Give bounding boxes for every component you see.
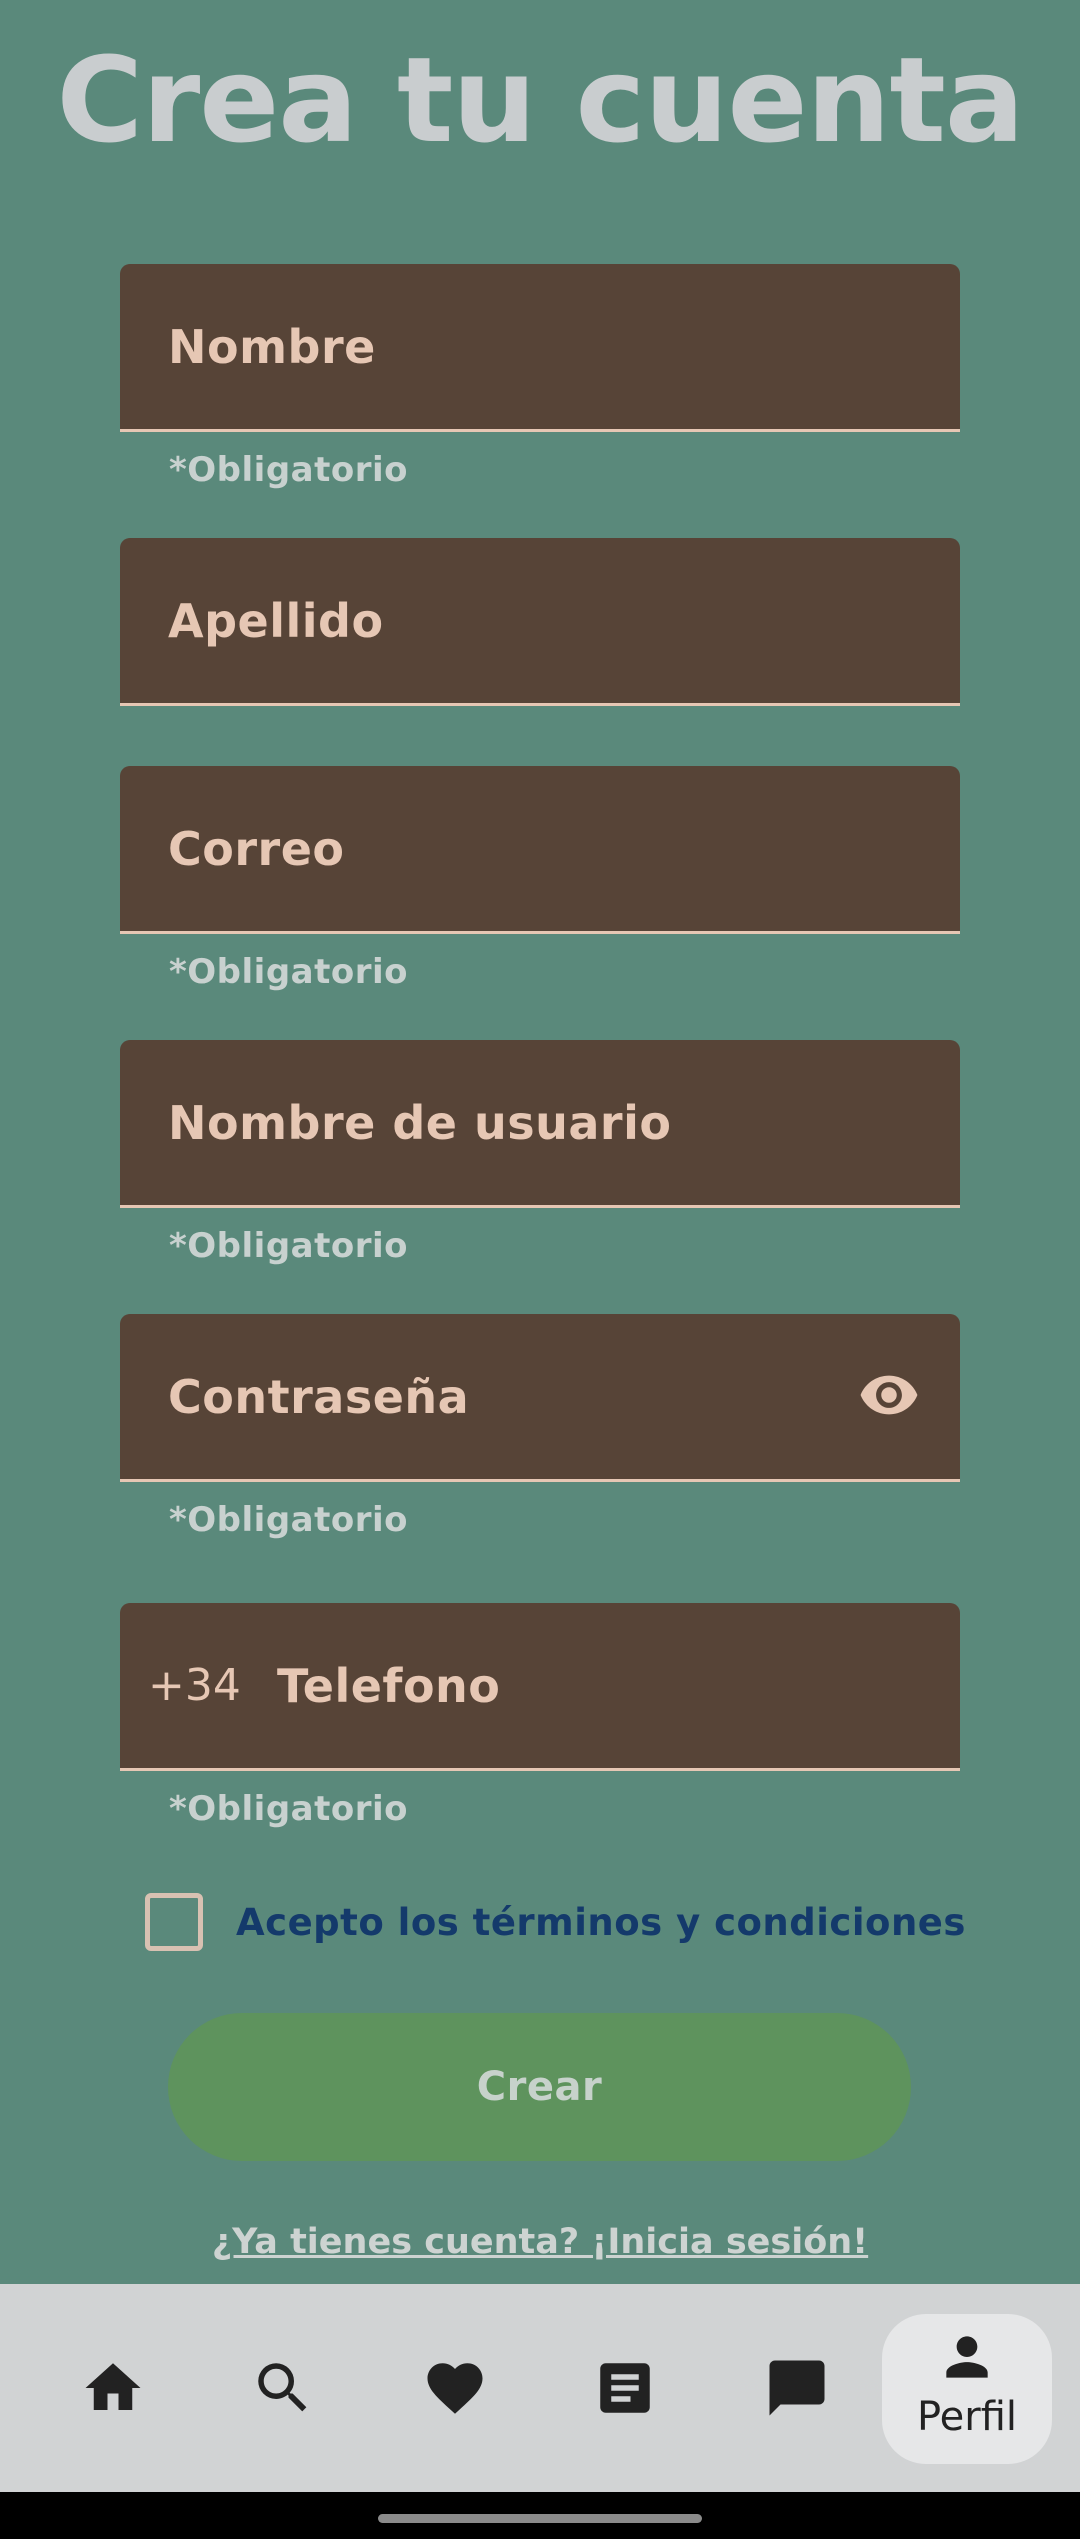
nombre-helper-text: *Obligatorio [169, 450, 409, 490]
document-icon [600, 2363, 650, 2413]
home-gesture-handle[interactable] [378, 2514, 702, 2523]
usuario-helper-text: *Obligatorio [169, 1226, 409, 1266]
country-code-prefix: +34 [148, 1660, 241, 1711]
correo-label: Correo [168, 821, 345, 876]
telefono-label: Telefono [277, 1658, 501, 1713]
contrasena-helper-text: *Obligatorio [169, 1500, 409, 1540]
page-title: Crea tu cuenta [56, 31, 1024, 169]
apellido-label: Apellido [168, 593, 384, 648]
heart-icon [427, 2363, 483, 2414]
correo-helper-text: *Obligatorio [169, 952, 409, 992]
home-icon [85, 2363, 141, 2410]
login-link[interactable]: ¿Ya tienes cuenta? ¡Inicia sesión! [0, 2222, 1080, 2262]
terms-row: Acepto los términos y condiciones [145, 1892, 966, 1952]
signup-screen: Crea tu cuenta Nombre *Obligatorio Apell… [0, 0, 1080, 2539]
terms-label[interactable]: Acepto los términos y condiciones [236, 1901, 966, 1944]
nav-profile-label: Perfil [916, 2394, 1018, 2440]
nombre-field[interactable]: Nombre [120, 264, 960, 432]
telefono-field[interactable]: +34 Telefono [120, 1603, 960, 1771]
person-icon [946, 2336, 988, 2378]
nav-favorites[interactable] [380, 2284, 530, 2492]
telefono-helper-text: *Obligatorio [169, 1789, 409, 1829]
search-icon [258, 2363, 307, 2412]
contrasena-field[interactable]: Contraseña [120, 1314, 960, 1482]
eye-icon[interactable] [854, 1364, 924, 1426]
nombre-label: Nombre [168, 319, 376, 374]
bottom-navigation: Perfil [0, 2284, 1080, 2492]
nav-home[interactable] [38, 2284, 188, 2492]
system-navigation-bar [0, 2492, 1080, 2539]
contrasena-label: Contraseña [168, 1369, 470, 1424]
correo-field[interactable]: Correo [120, 766, 960, 934]
usuario-field[interactable]: Nombre de usuario [120, 1040, 960, 1208]
usuario-label: Nombre de usuario [168, 1095, 672, 1150]
nav-search[interactable] [208, 2284, 358, 2492]
nav-messages[interactable] [722, 2284, 872, 2492]
nav-profile[interactable]: Perfil [882, 2314, 1052, 2464]
nav-documents[interactable] [550, 2284, 700, 2492]
apellido-field[interactable]: Apellido [120, 538, 960, 706]
create-account-button[interactable]: Crear [168, 2013, 911, 2161]
chat-icon [769, 2360, 825, 2416]
terms-checkbox[interactable] [145, 1893, 203, 1951]
